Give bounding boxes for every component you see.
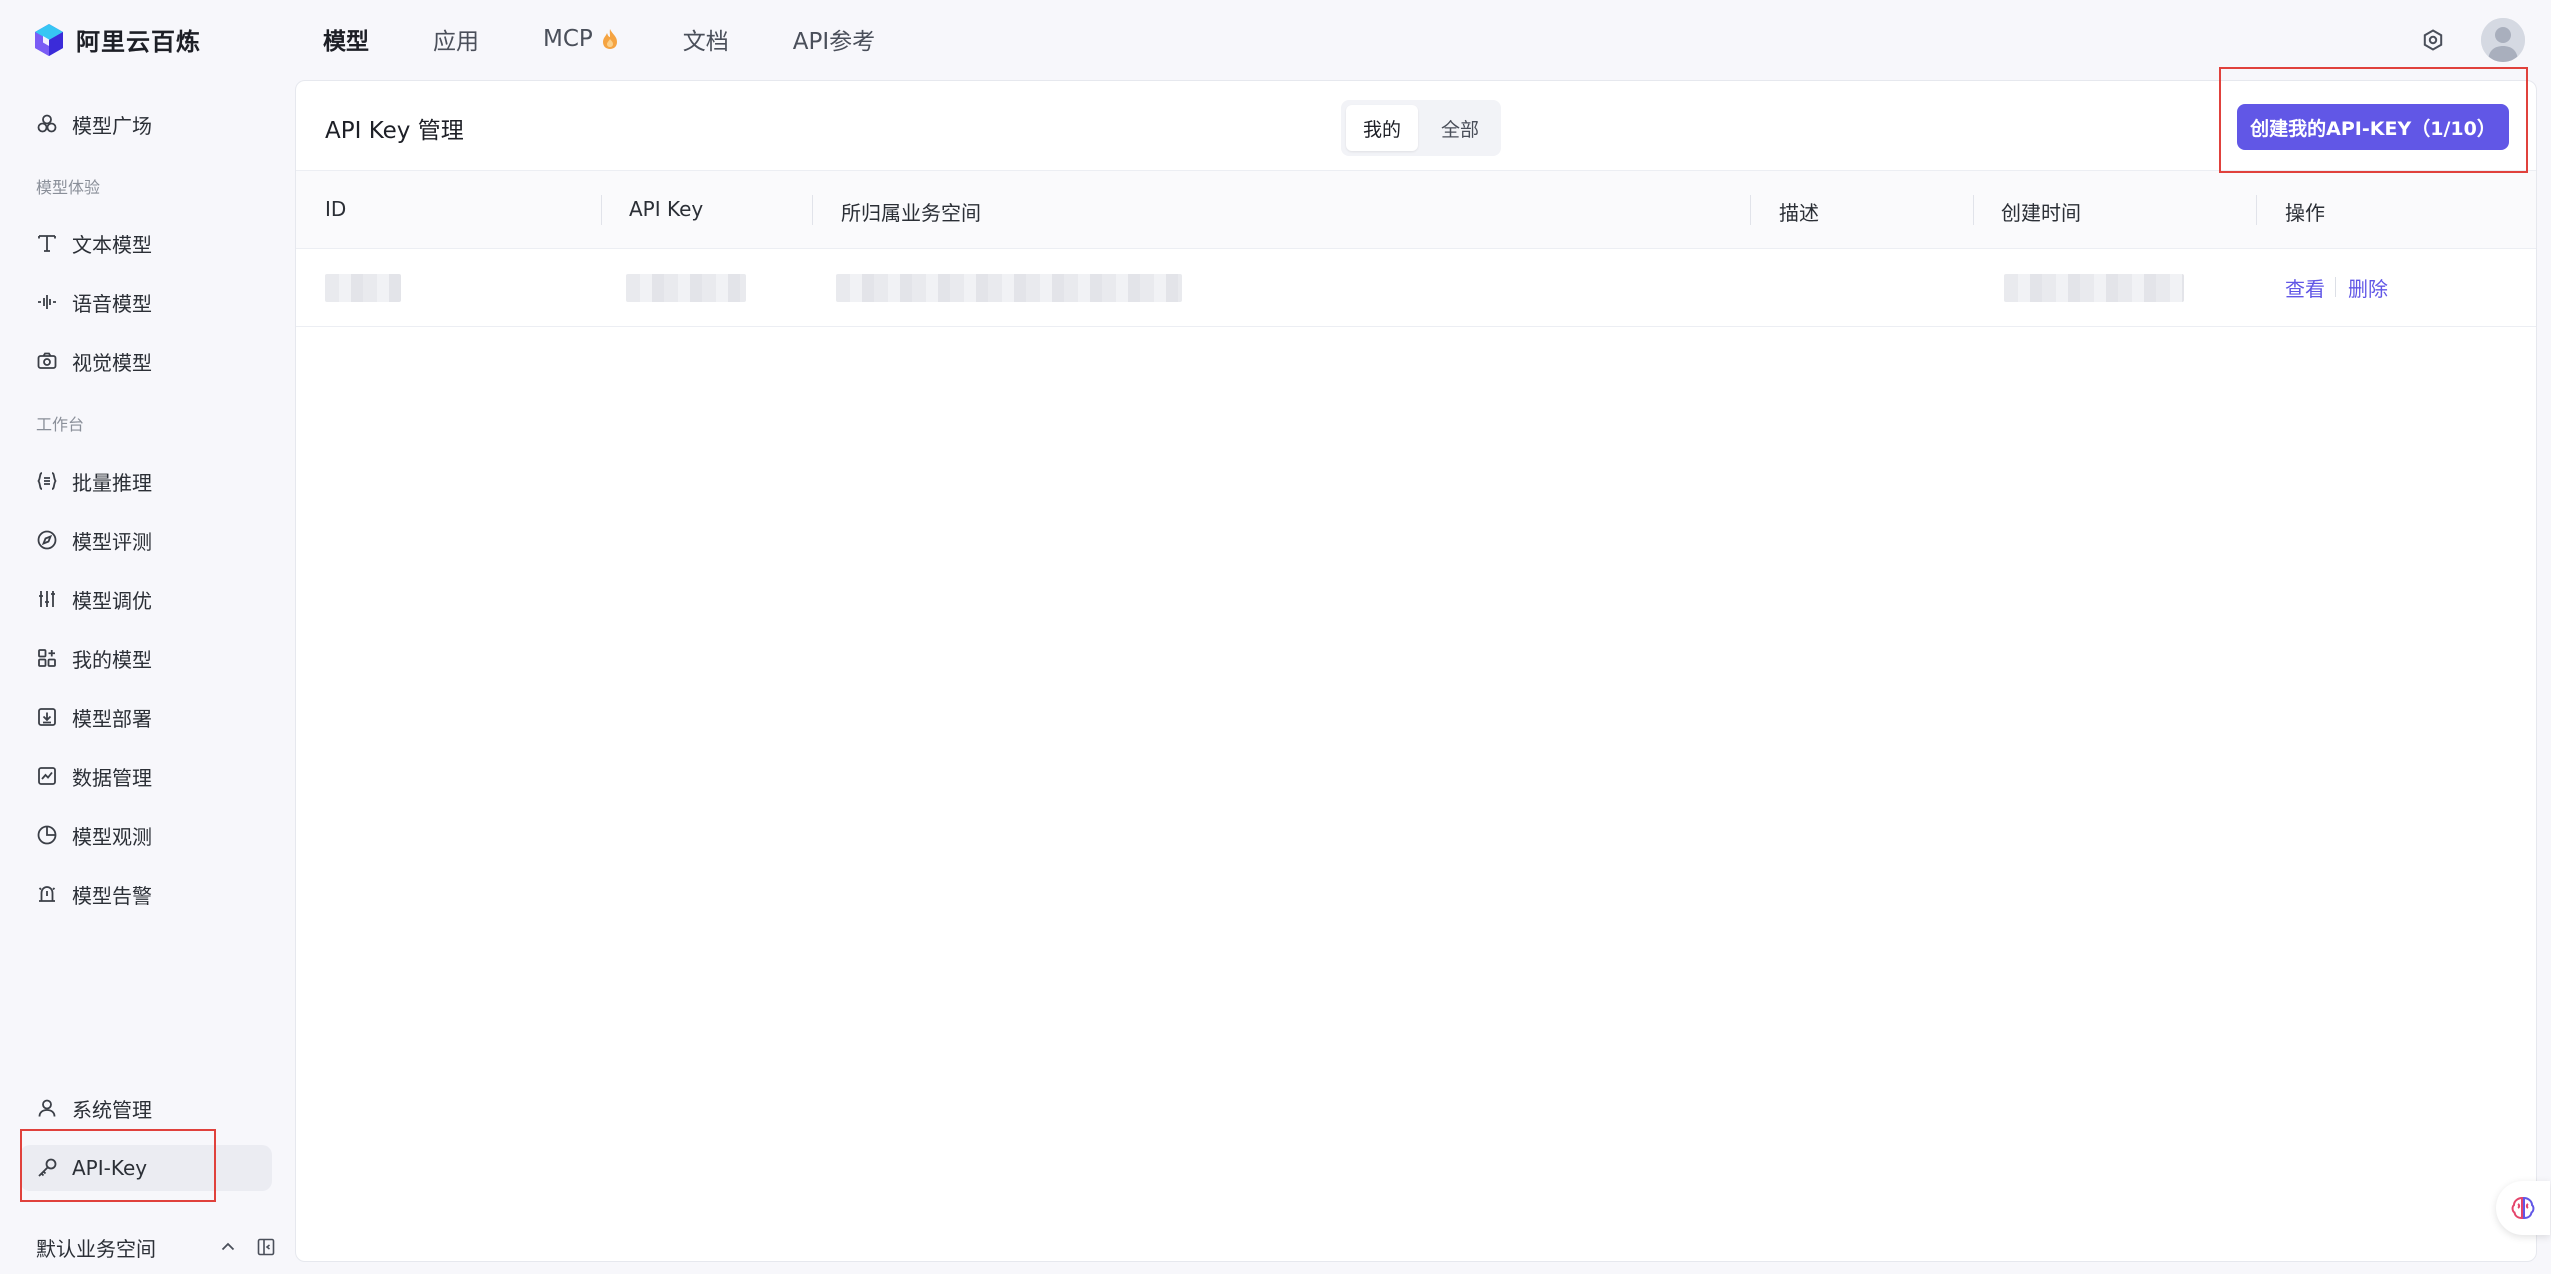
user-icon: [38, 1099, 56, 1117]
model-square-icon: [37, 114, 57, 133]
sidebar-item-label: 文本模型: [72, 232, 152, 257]
sidebar-item-data-manage[interactable]: 数据管理: [20, 753, 272, 799]
column-header-id: ID: [325, 197, 347, 221]
redacted-api-key: [626, 274, 746, 302]
sidebar-item-model-square[interactable]: 模型广场: [20, 101, 272, 147]
redacted-workspace: [836, 274, 1182, 302]
sidebar-item-model-tuning[interactable]: 模型调优: [20, 576, 272, 622]
column-divider[interactable]: [1750, 195, 1751, 225]
sidebar-item-label: 系统管理: [72, 1097, 152, 1122]
sidebar-item-model-deploy[interactable]: 模型部署: [20, 694, 272, 740]
pie-chart-icon: [37, 825, 57, 845]
column-header-workspace: 所归属业务空间: [841, 201, 981, 225]
nav-label: MCP: [543, 26, 593, 52]
brand-logo[interactable]: 阿里云百炼: [32, 22, 201, 57]
sidebar-group-experience: 模型体验: [36, 178, 101, 197]
nav-label: 模型: [323, 29, 369, 55]
redacted-created-time: [2004, 274, 2184, 302]
nav-item-mcp[interactable]: MCP: [543, 26, 619, 52]
sidebar-item-label: 模型观测: [72, 824, 152, 849]
header-actions: [2421, 18, 2525, 62]
text-icon: [38, 235, 56, 252]
nav-label: API参考: [792, 29, 876, 55]
sidebar-item-label: 模型告警: [72, 883, 152, 908]
column-divider[interactable]: [601, 195, 602, 225]
segment-mine[interactable]: 我的: [1346, 105, 1419, 151]
deploy-icon: [38, 708, 56, 726]
sidebar-item-label: 模型部署: [72, 706, 152, 731]
sidebar-item-vision-model[interactable]: 视觉模型: [20, 338, 272, 384]
workspace-label: 默认业务空间: [36, 1236, 156, 1261]
table-header: ID API Key 所归属业务空间 描述 创建时间 操作: [296, 171, 2536, 249]
delete-link[interactable]: 删除: [2348, 273, 2388, 302]
chevron-up-icon[interactable]: [218, 1237, 238, 1257]
top-header: 阿里云百炼 模型 应用 MCP 文档 API参考: [0, 0, 2551, 80]
sidebar-item-label: 模型广场: [72, 113, 152, 138]
user-avatar[interactable]: [2481, 18, 2525, 62]
nav-label: 应用: [433, 29, 479, 55]
sidebar-item-label: 我的模型: [72, 647, 152, 672]
nav-item-docs[interactable]: 文档: [683, 22, 729, 56]
alarm-icon: [38, 886, 56, 902]
sidebar-item-model-alert[interactable]: 模型告警: [20, 871, 272, 917]
nav-item-api-reference[interactable]: API参考: [793, 22, 875, 56]
sidebar-group-workbench: 工作台: [36, 415, 85, 434]
page-title: API Key 管理: [325, 118, 464, 144]
sidebar-item-text-model[interactable]: 文本模型: [20, 220, 272, 266]
create-api-key-button[interactable]: 创建我的API-KEY（1/10）: [2237, 104, 2509, 150]
segment-all[interactable]: 全部: [1424, 105, 1496, 151]
sliders-icon: [39, 591, 55, 607]
widgets-icon: [38, 649, 56, 667]
sidebar-item-label: 视觉模型: [72, 350, 152, 375]
sidebar-item-system-manage[interactable]: 系统管理: [20, 1085, 272, 1131]
sidebar-item-label: 模型调优: [72, 588, 152, 613]
workspace-switcher[interactable]: 默认业务空间: [36, 1227, 276, 1267]
column-header-api-key: API Key: [629, 197, 704, 221]
nav-item-apps[interactable]: 应用: [433, 22, 479, 56]
sidebar-item-api-key[interactable]: API-Key: [20, 1145, 272, 1191]
column-header-actions: 操作: [2285, 201, 2325, 225]
waveform-icon: [38, 295, 56, 309]
top-nav: 模型 应用 MCP 文档 API参考: [323, 22, 939, 56]
sidebar-item-label: 语音模型: [72, 291, 152, 316]
column-divider[interactable]: [1973, 195, 1974, 225]
owner-filter-segmented: 我的 全部: [1341, 100, 1502, 156]
action-divider: [2335, 277, 2336, 297]
sidebar-collapse-icon[interactable]: [256, 1237, 276, 1257]
panel-header: API Key 管理 我的 全部 创建我的API-KEY（1/10）: [296, 81, 2536, 171]
brand-name: 阿里云百炼: [76, 28, 201, 56]
nav-label: 文档: [682, 29, 729, 55]
flame-icon: [602, 29, 617, 49]
sidebar-item-label: 数据管理: [72, 765, 152, 790]
sidebar-item-label: 批量推理: [72, 470, 152, 495]
sidebar: 模型广场 模型体验 文本模型 语音模型 视觉模型 工作台 批量推理 模型评测 模…: [0, 80, 294, 1274]
sidebar-item-voice-model[interactable]: 语音模型: [20, 279, 272, 325]
table-row: 查看 删除: [296, 249, 2536, 327]
api-key-panel: API Key 管理 我的 全部 创建我的API-KEY（1/10） ID AP…: [295, 80, 2537, 1262]
redacted-id: [325, 274, 401, 302]
column-header-created-time: 创建时间: [2001, 201, 2081, 225]
key-icon: [38, 1158, 57, 1177]
sidebar-item-label: 模型评测: [72, 529, 152, 554]
compass-icon: [37, 530, 57, 550]
user-avatar-icon: [2481, 18, 2525, 62]
sidebar-item-model-observe[interactable]: 模型观测: [20, 812, 272, 858]
column-divider[interactable]: [812, 195, 813, 225]
column-divider[interactable]: [2256, 195, 2257, 225]
column-header-description: 描述: [1779, 201, 1819, 225]
sidebar-item-batch-inference[interactable]: 批量推理: [20, 458, 272, 504]
sidebar-item-label: API-Key: [72, 1156, 148, 1180]
camera-icon: [37, 352, 57, 369]
sidebar-item-model-eval[interactable]: 模型评测: [20, 517, 272, 563]
line-chart-icon: [38, 767, 56, 785]
view-link[interactable]: 查看: [2285, 273, 2325, 302]
sidebar-item-my-models[interactable]: 我的模型: [20, 635, 272, 681]
braces-list-icon: [37, 472, 57, 490]
nav-item-models[interactable]: 模型: [323, 22, 369, 56]
bailian-logo-icon: [35, 23, 63, 56]
gear-icon[interactable]: [2421, 28, 2445, 52]
brain-icon: [2511, 1196, 2535, 1220]
assistant-float-button[interactable]: [2496, 1181, 2550, 1235]
